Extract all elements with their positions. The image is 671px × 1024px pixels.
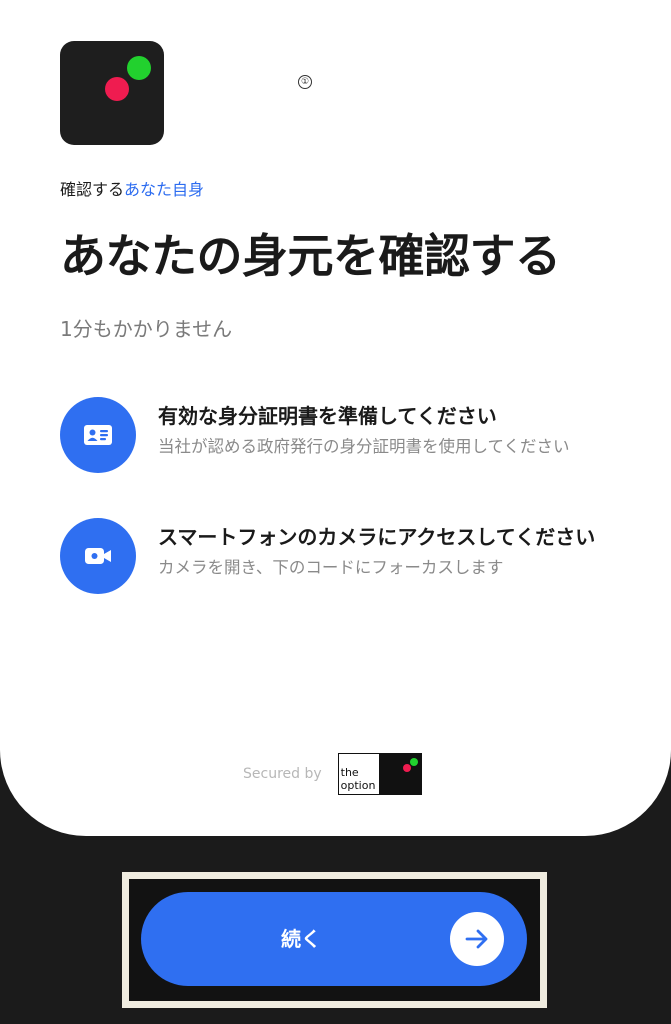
continue-label: 続く: [281, 927, 321, 951]
id-card-icon: [60, 397, 136, 473]
logo-green-dot: [127, 56, 151, 80]
step-title: 有効な身分証明書を準備してください: [158, 404, 497, 428]
eyebrow-accent: あなた自身: [124, 180, 205, 199]
page-title: あなたの身元を確認する: [60, 229, 561, 283]
app-logo: [60, 41, 164, 145]
eyebrow-text: 確認するあなた自身: [60, 176, 204, 200]
eyebrow-prefix: 確認する: [60, 180, 125, 199]
step-description: 当社が認める政府発行の身分証明書を使用してください: [158, 437, 570, 456]
info-icon[interactable]: ①: [298, 75, 312, 89]
video-camera-icon: [60, 518, 136, 594]
continue-button[interactable]: 続く: [141, 892, 527, 986]
step-description: カメラを開き、下のコードにフォーカスします: [158, 558, 504, 577]
logo-red-dot: [105, 77, 129, 101]
partner-logo-text: the option: [337, 753, 380, 795]
verification-card: ① 確認するあなた自身 あなたの身元を確認する 1分もかかりません 有効な身分証…: [0, 0, 671, 836]
partner-logo: the option: [337, 753, 422, 795]
arrow-right-icon: [450, 912, 504, 966]
partner-logo-mark: [379, 753, 422, 795]
step-title: スマートフォンのカメラにアクセスしてください: [158, 525, 596, 549]
secured-by-label: Secured by: [243, 766, 322, 782]
secured-by-footer: Secured by the option: [243, 753, 422, 795]
page-subtitle: 1分もかかりません: [60, 317, 233, 341]
